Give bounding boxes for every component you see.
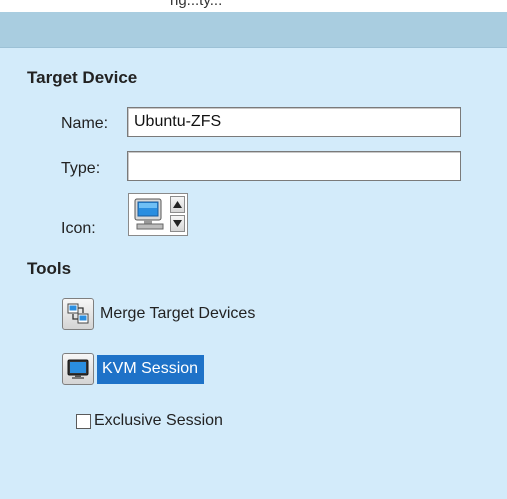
header-bar	[0, 12, 507, 48]
monitor-icon	[134, 198, 164, 230]
name-field[interactable]	[127, 107, 461, 137]
exclusive-session-option[interactable]: Exclusive Session	[76, 412, 223, 430]
spin-down-button[interactable]	[170, 215, 185, 232]
kvm-monitor-icon	[62, 353, 94, 385]
type-field[interactable]	[127, 151, 461, 181]
target-device-heading: Target Device	[27, 68, 138, 87]
spin-up-button[interactable]	[170, 196, 185, 213]
truncated-top-text: ng...ty...	[170, 0, 223, 9]
exclusive-session-label: Exclusive Session	[94, 412, 223, 429]
icon-picker[interactable]	[128, 193, 188, 236]
merge-target-devices-button[interactable]: Merge Target Devices	[62, 298, 255, 330]
merge-devices-icon	[62, 298, 94, 330]
icon-label: Icon:	[61, 220, 96, 237]
top-strip: ng...ty...	[0, 0, 507, 12]
merge-target-devices-label: Merge Target Devices	[100, 305, 256, 322]
type-label: Type:	[61, 160, 101, 177]
exclusive-session-checkbox[interactable]	[76, 413, 91, 429]
arrow-up-icon	[173, 201, 182, 208]
kvm-session-button[interactable]: KVM Session	[62, 353, 205, 385]
icon-spinner	[170, 196, 185, 233]
kvm-session-label: KVM Session	[97, 354, 205, 384]
tools-heading: Tools	[27, 259, 72, 278]
name-label: Name:	[61, 115, 109, 132]
arrow-down-icon	[173, 220, 182, 227]
